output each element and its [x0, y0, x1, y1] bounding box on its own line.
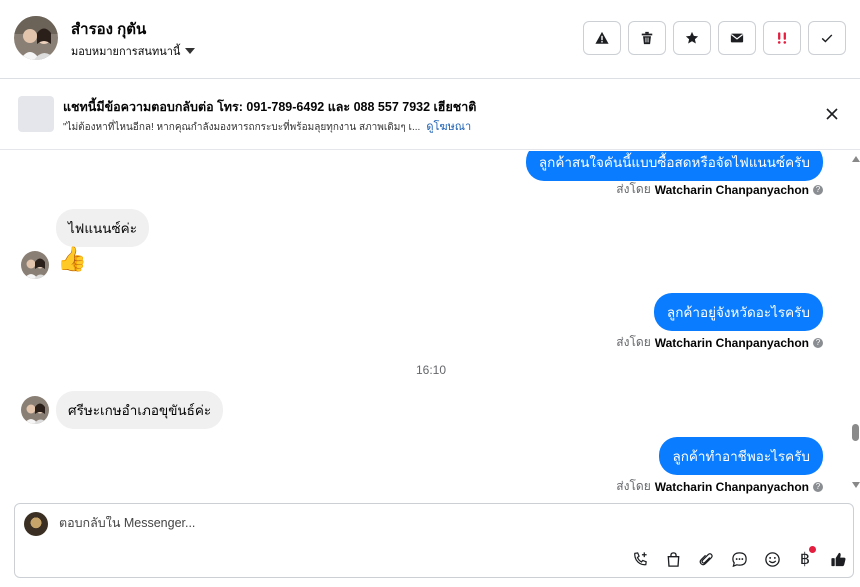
inbox-conversation: สำรอง กุตัน มอบหมายการสนทนานี้ แชทนี้มีข… [0, 0, 860, 587]
report-spam-button[interactable] [583, 21, 621, 55]
outgoing-message: ลูกค้าทำอาชีพอะไรครับ [659, 437, 823, 475]
delete-button[interactable] [628, 21, 666, 55]
info-icon[interactable]: ? [813, 184, 823, 195]
avatar[interactable] [14, 16, 58, 60]
call-add-icon [633, 551, 647, 565]
incoming-message: ไฟแนนซ์ค่ะ [56, 209, 149, 247]
check-icon [821, 34, 833, 43]
contact-name: สำรอง กุตัน [71, 21, 147, 38]
scroll-down-arrow-icon[interactable] [852, 482, 860, 488]
mark-done-button[interactable] [808, 21, 846, 55]
info-icon[interactable]: ? [813, 337, 823, 348]
incoming-message: ศรีษะเกษอำเภอขุขันธ์ค่ะ [56, 391, 224, 429]
avatar [21, 396, 49, 424]
star-icon [685, 31, 699, 44]
warning-icon [595, 31, 609, 44]
scroll-up-arrow-icon[interactable] [852, 156, 860, 162]
sender-name: Watcharin Chanpanyachon [654, 479, 809, 494]
payment-button[interactable]: ฿ [794, 546, 816, 570]
view-ad-link[interactable]: ดูโฆษณา [426, 117, 471, 135]
priority-icon [777, 32, 787, 44]
ad-context-banner: แชทนี้มีข้อความตอบกลับต่อ โทร: 091-789-6… [0, 79, 860, 150]
close-icon [826, 108, 838, 120]
scrollbar-thumb[interactable] [852, 424, 859, 441]
sent-by-label: ส่งโดย Watcharin Chanpanyachon ? [616, 333, 823, 352]
sent-by-prefix: ส่งโดย [616, 335, 651, 349]
sent-by-prefix: ส่งโดย [616, 479, 651, 493]
emoji-button[interactable] [761, 548, 783, 570]
reply-composer: ฿ [14, 503, 854, 578]
page-avatar [24, 512, 48, 536]
close-banner-button[interactable] [822, 104, 842, 124]
saved-replies-button[interactable] [728, 548, 750, 570]
mark-unread-button[interactable] [718, 21, 756, 55]
sent-by-prefix: ส่งโดย [616, 182, 651, 196]
composer-toolbar: ฿ [629, 546, 849, 570]
assign-label: มอบหมายการสนทนานี้ [71, 46, 181, 58]
sent-by-label: ส่งโดย Watcharin Chanpanyachon ? [616, 180, 823, 199]
ad-body: "ไม่ต้องหาที่ไหนอีกล! หากคุณกำลังมองหารถ… [63, 117, 471, 135]
message-list: ลูกค้าสนใจคันนี้แบบซื้อสดหรือจัดไฟแนนซ์ค… [0, 151, 860, 496]
mail-icon [730, 33, 744, 43]
bag-icon [667, 551, 679, 567]
info-icon[interactable]: ? [813, 481, 823, 492]
sent-by-label: ส่งโดย Watcharin Chanpanyachon ? [616, 477, 823, 496]
ad-body-text: "ไม่ต้องหาที่ไหนอีกล! หากคุณกำลังมองหารถ… [63, 122, 421, 133]
reply-input[interactable] [59, 516, 659, 530]
attach-button[interactable] [695, 548, 717, 570]
caret-down-icon [185, 48, 196, 54]
notification-dot [809, 546, 816, 553]
outgoing-message: ลูกค้าสนใจคันนี้แบบซื้อสดหรือจัดไฟแนนซ์ค… [525, 151, 823, 181]
attach-icon [699, 552, 713, 565]
star-button[interactable] [673, 21, 711, 55]
call-button[interactable] [629, 548, 651, 570]
outgoing-message: ลูกค้าอยู่จังหวัดอะไรครับ [653, 293, 823, 331]
like-icon [830, 552, 845, 566]
shop-button[interactable] [662, 548, 684, 570]
chat-icon [731, 551, 747, 567]
like-button[interactable] [827, 548, 849, 570]
thumbs-up-emoji: 👍 [57, 246, 87, 273]
header-actions [583, 21, 846, 55]
ad-thumbnail [18, 96, 54, 132]
ad-title: แชทนี้มีข้อความตอบกลับต่อ โทร: 091-789-6… [63, 100, 477, 114]
assign-conversation-dropdown[interactable]: มอบหมายการสนทนานี้ [71, 42, 196, 60]
message-timestamp: 16:10 [416, 363, 447, 377]
message-scrollbar[interactable] [851, 151, 860, 496]
baht-icon: ฿ [799, 551, 811, 568]
trash-icon [641, 31, 653, 45]
follow-up-button[interactable] [763, 21, 801, 55]
sender-name: Watcharin Chanpanyachon [654, 335, 809, 350]
avatar [21, 251, 49, 279]
sender-name: Watcharin Chanpanyachon [654, 182, 809, 197]
conversation-header: สำรอง กุตัน มอบหมายการสนทนานี้ [0, 0, 860, 79]
emoji-icon [764, 551, 780, 567]
